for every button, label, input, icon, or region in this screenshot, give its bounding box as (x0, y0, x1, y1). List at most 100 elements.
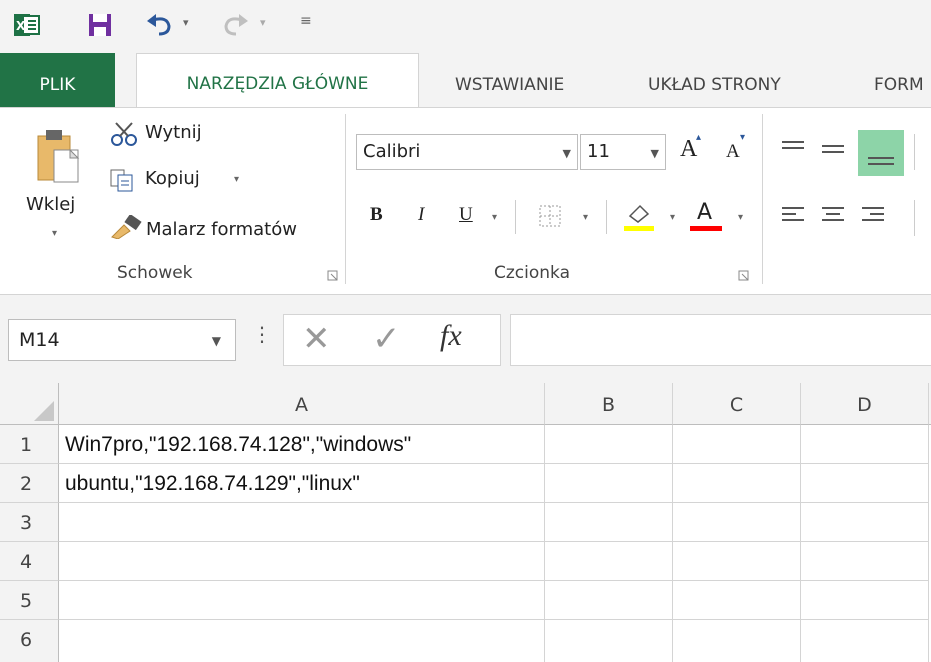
tab-formulas[interactable]: FORM (874, 53, 924, 107)
scissors-icon[interactable] (110, 121, 140, 147)
clipboard-group-label: Schowek (117, 263, 193, 283)
borders-icon[interactable] (538, 204, 562, 228)
font-color-dropdown-icon[interactable]: ▾ (738, 212, 743, 223)
cell-a2[interactable]: ubuntu,"192.168.74.129","linux" (59, 464, 545, 503)
row-header[interactable]: 1 (0, 425, 59, 464)
insert-function-icon[interactable]: fx (440, 319, 462, 353)
cell-c1[interactable] (673, 425, 801, 464)
separator (914, 200, 915, 236)
group-separator (762, 114, 763, 284)
save-icon[interactable] (88, 13, 112, 37)
cancel-icon[interactable]: ✕ (302, 319, 331, 359)
chevron-down-icon[interactable]: ▼ (651, 147, 659, 160)
cell-c6[interactable] (673, 620, 801, 662)
separator (515, 200, 516, 234)
cell-d4[interactable] (801, 542, 929, 581)
cell-c5[interactable] (673, 581, 801, 620)
font-size-value: 11 (587, 141, 610, 162)
italic-button[interactable]: I (418, 204, 424, 226)
tab-page-layout[interactable]: UKŁAD STRONY (648, 53, 781, 107)
tab-home[interactable]: NARZĘDZIA GŁÓWNE (136, 53, 419, 109)
align-left-icon[interactable] (780, 204, 808, 228)
align-center-icon[interactable] (820, 204, 848, 228)
borders-dropdown-icon[interactable]: ▾ (583, 212, 588, 223)
cell-d5[interactable] (801, 581, 929, 620)
font-size-combo[interactable]: 11 ▼ (580, 134, 666, 170)
customize-qat-icon[interactable]: ≡ (300, 13, 312, 29)
formula-input[interactable] (510, 314, 931, 366)
paste-label[interactable]: Wklej (26, 194, 75, 215)
paste-icon[interactable] (36, 126, 80, 186)
copy-label[interactable]: Kopiuj (145, 168, 200, 189)
shrink-font-button[interactable]: A (726, 141, 740, 163)
font-name-value: Calibri (363, 141, 421, 162)
svg-text:X: X (16, 19, 26, 33)
arrow-down-icon: ▾ (740, 132, 746, 143)
chevron-down-icon[interactable]: ▼ (212, 334, 221, 348)
align-top-icon[interactable] (780, 138, 808, 160)
formula-buttons: ✕ ✓ fx (283, 314, 501, 366)
row-header[interactable]: 2 (0, 464, 59, 503)
fill-color-icon[interactable] (622, 198, 656, 232)
column-header-c[interactable]: C (673, 383, 801, 425)
cell-b1[interactable] (545, 425, 673, 464)
row-header[interactable]: 4 (0, 542, 59, 581)
cell-d2[interactable] (801, 464, 929, 503)
underline-button[interactable]: U (459, 204, 473, 226)
cell-a4[interactable] (59, 542, 545, 581)
formula-bar-grip[interactable]: ⋮ (252, 322, 272, 346)
column-header-b[interactable]: B (545, 383, 673, 425)
chevron-down-icon[interactable]: ▼ (563, 147, 571, 160)
column-header-a[interactable]: A (59, 383, 545, 425)
format-painter-label[interactable]: Malarz formatów (146, 219, 297, 240)
paste-dropdown-icon[interactable]: ▾ (52, 228, 57, 239)
undo-icon[interactable] (145, 12, 175, 38)
row-header[interactable]: 6 (0, 620, 59, 662)
cell-a1[interactable]: Win7pro,"192.168.74.128","windows" (59, 425, 545, 464)
copy-icon[interactable] (110, 169, 136, 193)
font-color-button[interactable]: A (697, 200, 712, 225)
grow-font-button[interactable]: A (680, 136, 697, 163)
arrow-up-icon: ▴ (696, 132, 702, 143)
undo-dropdown-icon[interactable]: ▾ (183, 16, 189, 29)
fill-color-dropdown-icon[interactable]: ▾ (670, 212, 675, 223)
cell-b3[interactable] (545, 503, 673, 542)
align-bottom-icon (868, 157, 894, 165)
align-right-icon[interactable] (860, 204, 888, 228)
cell-b4[interactable] (545, 542, 673, 581)
tab-insert[interactable]: WSTAWIANIE (455, 53, 564, 107)
row-header[interactable]: 3 (0, 503, 59, 542)
format-painter-icon[interactable] (110, 215, 142, 239)
cell-a6[interactable] (59, 620, 545, 662)
align-middle-icon[interactable] (820, 138, 848, 160)
cell-b2[interactable] (545, 464, 673, 503)
cell-b5[interactable] (545, 581, 673, 620)
bold-button[interactable]: B (370, 204, 383, 226)
cell-c2[interactable] (673, 464, 801, 503)
select-all-corner[interactable] (0, 383, 59, 425)
quick-access-toolbar: X ▾ ▾ ≡ (0, 0, 931, 53)
cell-b6[interactable] (545, 620, 673, 662)
dialog-launcher-icon[interactable] (738, 270, 750, 282)
align-bottom-button[interactable] (858, 130, 904, 176)
worksheet-grid: A B C D 1 Win7pro,"192.168.74.128","wind… (0, 383, 931, 662)
tab-file[interactable]: PLIK (0, 53, 115, 107)
column-header-d[interactable]: D (801, 383, 929, 425)
cell-a5[interactable] (59, 581, 545, 620)
cell-d1[interactable] (801, 425, 929, 464)
name-box[interactable]: M14 ▼ (8, 319, 236, 361)
redo-icon (224, 14, 248, 36)
cell-c4[interactable] (673, 542, 801, 581)
enter-icon[interactable]: ✓ (372, 319, 401, 359)
underline-dropdown-icon[interactable]: ▾ (492, 212, 497, 223)
cell-c3[interactable] (673, 503, 801, 542)
cell-d3[interactable] (801, 503, 929, 542)
font-name-combo[interactable]: Calibri ▼ (356, 134, 578, 170)
excel-app-icon[interactable]: X (14, 12, 40, 38)
cell-a3[interactable] (59, 503, 545, 542)
copy-dropdown-icon[interactable]: ▾ (234, 174, 239, 185)
dialog-launcher-icon[interactable] (327, 270, 339, 282)
cell-d6[interactable] (801, 620, 929, 662)
cut-label[interactable]: Wytnij (145, 122, 202, 143)
row-header[interactable]: 5 (0, 581, 59, 620)
